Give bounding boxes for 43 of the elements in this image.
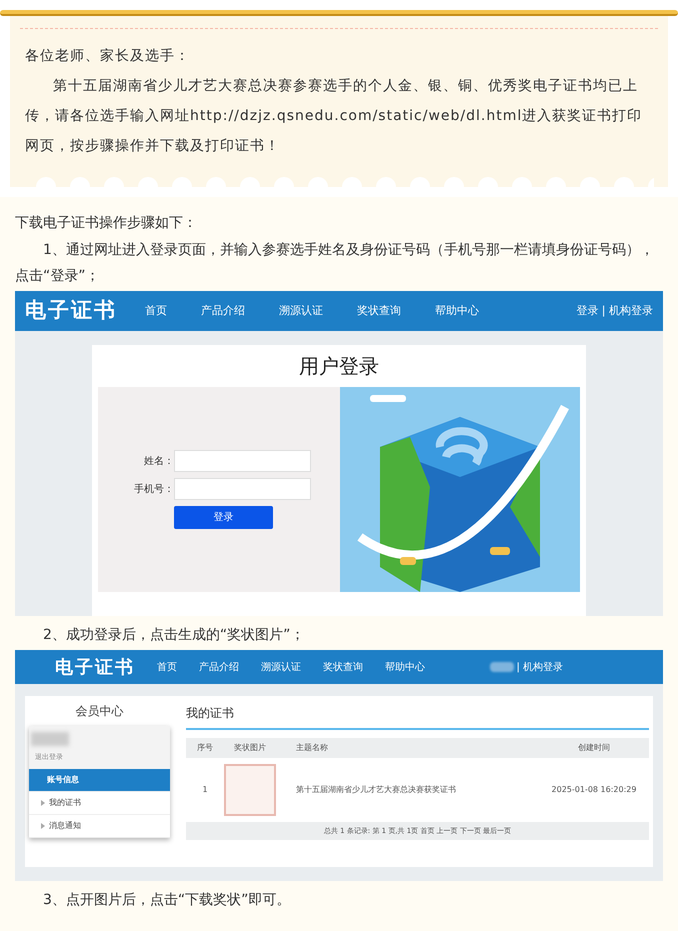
blurred-avatar [31, 732, 69, 746]
certificate-thumbnail[interactable] [224, 764, 276, 816]
nav-link[interactable]: 奖状查询 [357, 302, 401, 320]
column-header: 奖状图片 [233, 742, 267, 754]
sidebar-menu-item[interactable]: 我的证书 [29, 792, 170, 814]
sidebar-menu-item[interactable]: 消息通知 [29, 814, 170, 838]
notice-paragraph: 第十五届湖南省少儿才艺大赛总决赛参赛选手的个人金、银、铜、优秀奖电子证书均已上传，请各位选手输入网址http://dzjz.qsnedu.com/static/web/dl.html进入获奖证书打印网页，按步骤操作并下载及打印证书！ [25, 77, 644, 156]
table-cell-text: 1 [201, 784, 209, 796]
field-label: 姓名： [143, 454, 174, 468]
steps-intro: 下载电子证书操作步骤如下： [14, 214, 198, 233]
nav-link[interactable]: 帮助中心 [435, 302, 479, 320]
input-field[interactable] [174, 450, 311, 472]
step-text: 2、成功登录后，点击生成的“奖状图片”； [42, 626, 306, 645]
table-cell-text: 2025-01-08 16:20:29 [550, 784, 638, 796]
sidebar-title: 会员中心 [74, 703, 124, 720]
site-logo: 电子证书 [55, 656, 135, 680]
nav-link[interactable]: 产品介绍 [199, 660, 239, 674]
nav-link[interactable]: 奖状查询 [323, 660, 363, 674]
sidebar-menu-item[interactable]: 账号信息 [29, 768, 170, 792]
column-header: 主题名称 [295, 742, 329, 754]
column-header: 创建时间 [577, 742, 611, 754]
login-button[interactable]: 登录 [174, 506, 273, 529]
page-title: 用户登录 [298, 353, 380, 380]
greeting-text: 各位老师、家长及选手： [25, 47, 191, 66]
blurred-username [490, 662, 514, 672]
section-title: 我的证书 [186, 696, 649, 730]
step-text: 3、点开图片后，点击“下载奖状”即可。 [42, 891, 292, 910]
nav-link[interactable]: 首页 [157, 660, 177, 674]
table-cell-text: 第十五届湖南省少儿才艺大赛总决赛获奖证书 [295, 784, 457, 796]
nav-link[interactable]: 溯源认证 [261, 660, 301, 674]
nav-link[interactable]: 帮助中心 [385, 660, 425, 674]
field-label: 手机号： [133, 482, 174, 496]
account-links[interactable]: | 机构登录 [516, 660, 563, 674]
nav-link[interactable]: 溯源认证 [279, 302, 323, 320]
nav-link[interactable]: 首页 [145, 302, 167, 320]
input-field[interactable] [174, 478, 311, 500]
site-logo: 电子证书 [25, 297, 117, 324]
column-header: 序号 [196, 742, 214, 754]
caret-icon [41, 822, 45, 828]
nav-link[interactable]: 产品介绍 [201, 302, 245, 320]
account-links[interactable]: 登录 | 机构登录 [576, 302, 653, 320]
step-text: 1、通过网址进入登录页面，并输入参赛选手姓名及身份证号码（手机号那一栏请填身份证号码），点击“登录”； [14, 241, 655, 286]
caret-icon [41, 800, 45, 806]
